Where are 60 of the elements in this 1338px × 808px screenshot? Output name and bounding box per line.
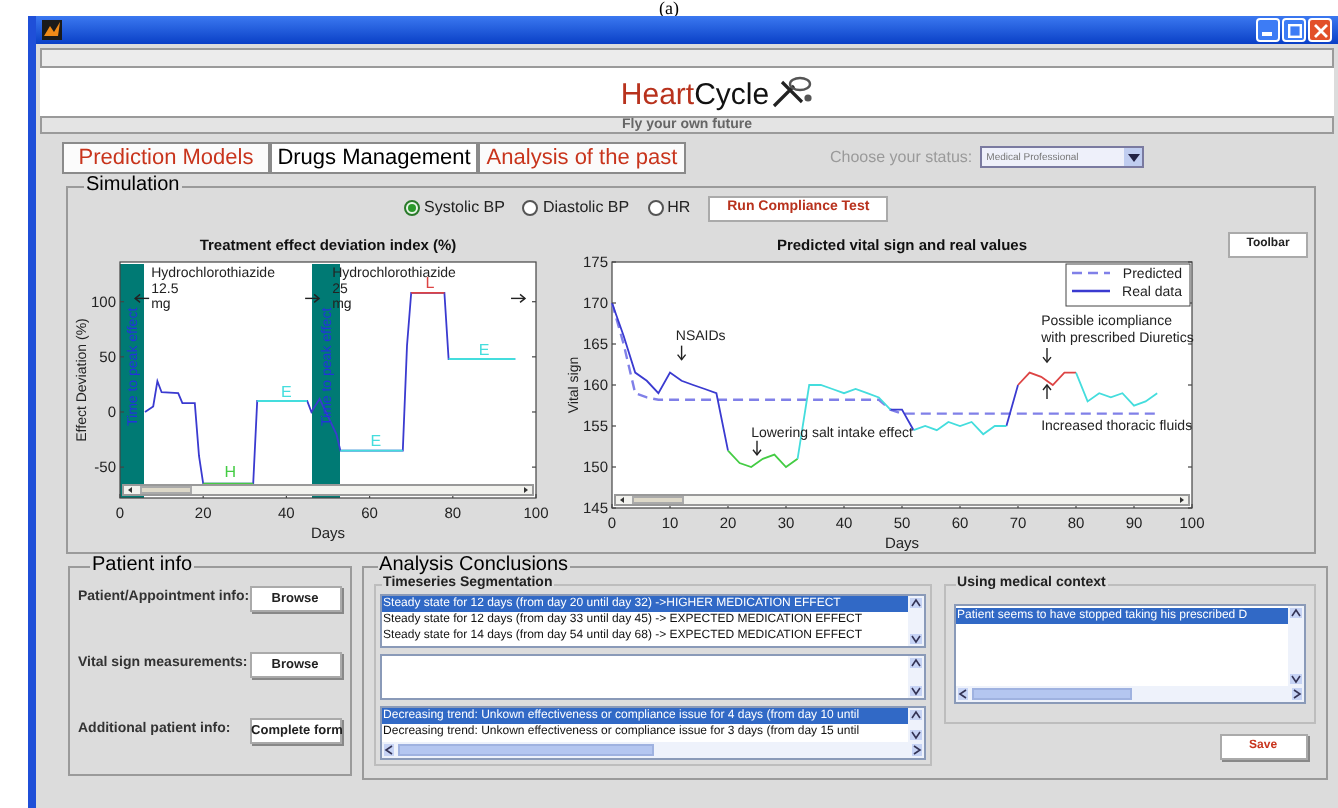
scroll-right-button[interactable] (911, 744, 922, 756)
scroll-left-button[interactable] (957, 688, 968, 700)
scroll-thumb[interactable] (397, 744, 655, 756)
logo-text: HeartCycle (620, 80, 770, 112)
close-button[interactable] (1308, 18, 1332, 42)
caret-icon (1124, 148, 1143, 166)
horizontal-scrollbar[interactable] (955, 686, 1304, 702)
scroll-down-button[interactable] (1289, 674, 1302, 684)
close-icon (1313, 23, 1327, 37)
scroll-left-button[interactable] (618, 496, 626, 504)
scroll-right-button[interactable] (522, 486, 530, 494)
scroll-thumb[interactable] (632, 496, 684, 504)
arrow (1042, 347, 1052, 364)
radio-button[interactable] (647, 200, 664, 216)
arrow (752, 440, 762, 456)
scroll-left-button[interactable] (126, 486, 134, 494)
panel-title: Analysis Conclusions (377, 556, 571, 576)
radio-label: Diastolic BP (542, 196, 630, 220)
tab[interactable]: Prediction Models (62, 141, 270, 173)
segment-label: E (281, 382, 292, 401)
arrow (134, 293, 150, 304)
tab[interactable]: Analysis of the past (478, 141, 686, 173)
scroll-up-button[interactable] (909, 598, 922, 608)
minimize-button[interactable] (1256, 18, 1280, 42)
arrow (1042, 383, 1052, 400)
segment-label: E (478, 340, 490, 359)
app-icon (42, 20, 62, 40)
radio-label: HR (667, 196, 691, 220)
arrow (304, 293, 321, 304)
scroll-right-button[interactable] (1178, 496, 1186, 504)
scroll-down-button[interactable] (909, 634, 922, 644)
scroll-up-button[interactable] (909, 658, 922, 668)
segment-label: H (224, 463, 236, 482)
scroll-left-button[interactable] (383, 744, 394, 756)
arrow (676, 344, 687, 361)
scroll-down-button[interactable] (909, 730, 922, 740)
scroll-right-button[interactable] (1291, 688, 1302, 700)
scroll-up-button[interactable] (909, 710, 922, 720)
vertical-scrollbar[interactable] (1287, 606, 1304, 686)
chart-scrollbar[interactable] (122, 484, 534, 496)
radio-label: Systolic BP (424, 196, 505, 220)
panel-title: Patient info (90, 556, 195, 576)
tab[interactable]: Drugs Management (270, 141, 478, 173)
scroll-thumb[interactable] (140, 486, 192, 494)
maximize-icon (1287, 23, 1301, 37)
stethoscope-icon (769, 76, 814, 108)
horizontal-scrollbar[interactable] (381, 742, 924, 758)
radio-button[interactable] (522, 200, 539, 216)
scroll-down-button[interactable] (909, 686, 922, 696)
maximize-button[interactable] (1282, 18, 1306, 42)
arrow (510, 293, 527, 304)
scroll-thumb[interactable] (971, 688, 1132, 700)
panel-title: Simulation (84, 176, 182, 196)
status-label: Choose your status: (830, 145, 973, 169)
figure-caption: (a) (657, 0, 681, 16)
segment-label: E (370, 432, 382, 451)
vertical-scrollbar[interactable] (907, 656, 924, 698)
radio-button[interactable] (404, 200, 420, 216)
scroll-up-button[interactable] (1289, 608, 1302, 618)
chart-scrollbar[interactable] (614, 494, 1190, 506)
